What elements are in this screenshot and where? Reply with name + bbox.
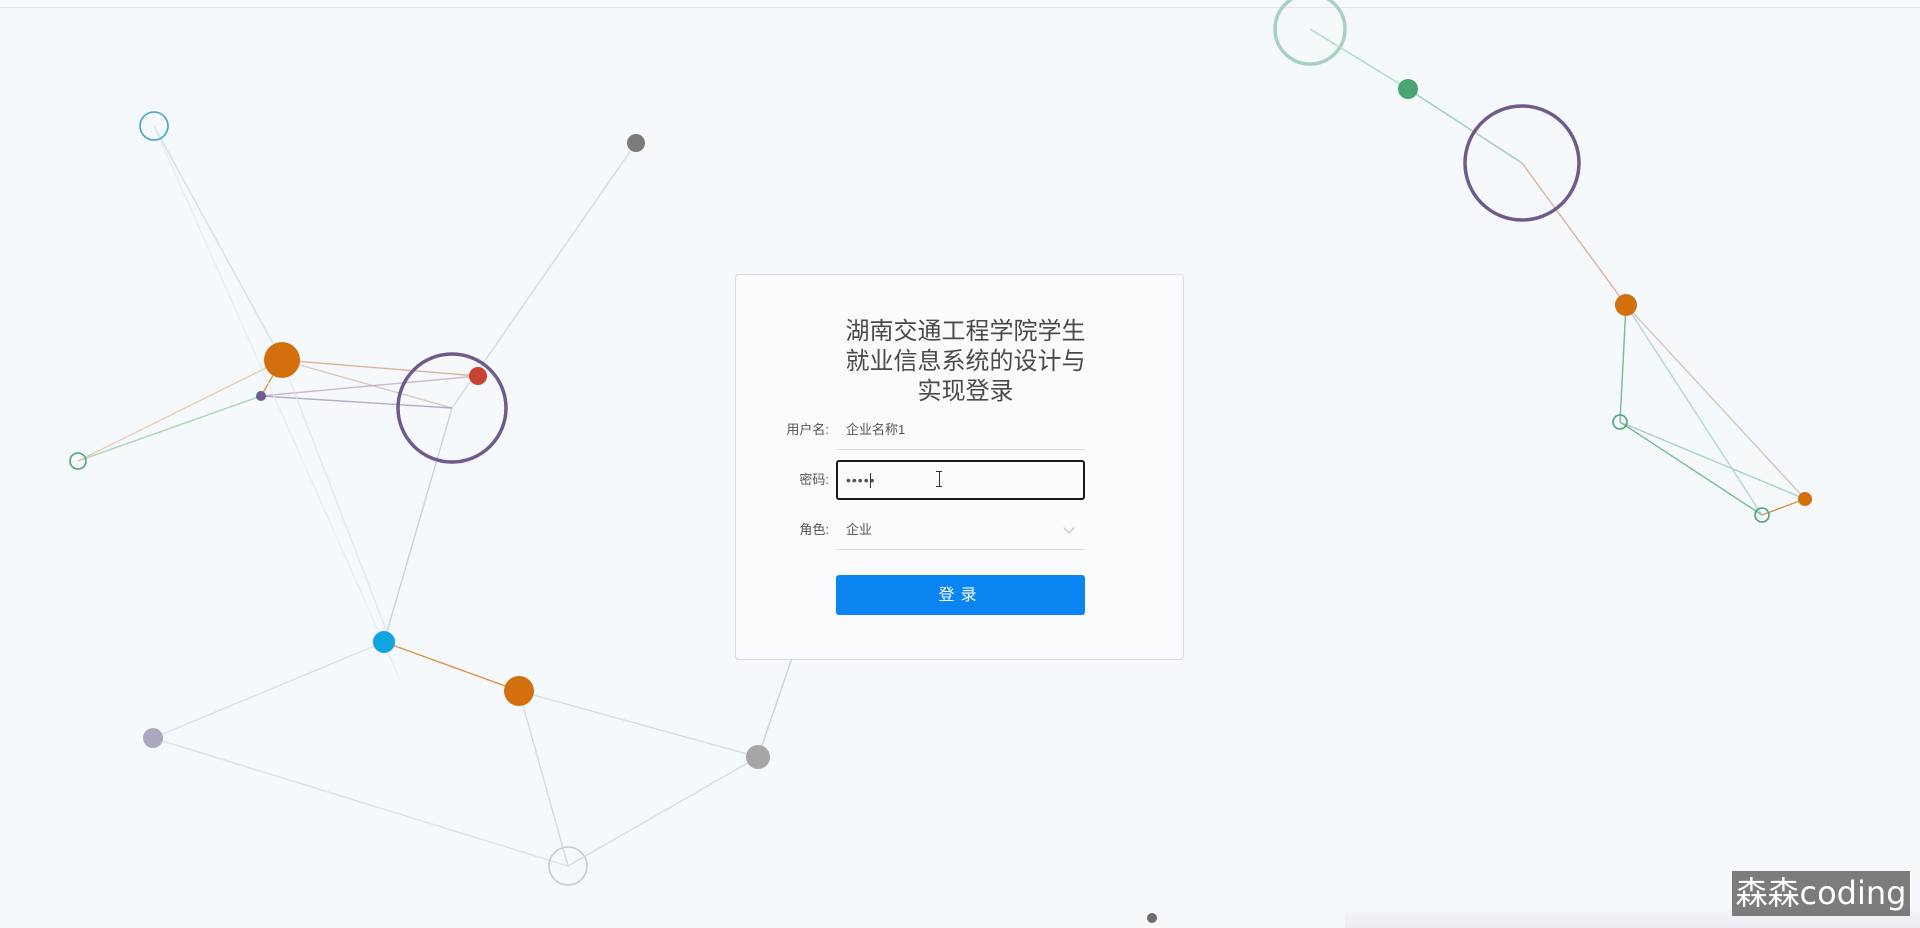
role-row: 角色: 企业 [736,510,1185,550]
network-node [1273,0,1347,66]
network-link [1619,304,1627,423]
network-node [143,728,163,748]
text-caret [870,473,871,488]
login-card: 湖南交通工程学院学生 就业信息系统的设计与 实现登录 用户名: 企业名称1 密码… [735,274,1184,660]
watermark: 森森coding [1732,871,1910,916]
page-title: 湖南交通工程学院学生 就业信息系统的设计与 实现登录 [845,318,1086,405]
password-value: ••••• [846,472,876,488]
network-link [152,641,385,739]
password-input[interactable]: ••••• [836,460,1085,500]
network-node [504,676,534,706]
text-cursor-icon [936,471,942,487]
network-node [373,631,395,653]
password-row: 密码: ••••• [736,460,1185,500]
network-node [746,745,770,769]
network-link [1625,304,1763,516]
network-link [383,407,453,643]
network-link [260,395,453,409]
network-link [757,654,794,758]
network-link [1625,304,1806,500]
username-value: 企业名称1 [846,422,906,437]
username-input[interactable]: 企业名称1 [836,410,1085,450]
network-node [1398,79,1418,99]
network-node [469,367,487,385]
username-label: 用户名: [786,422,829,437]
network-link [1619,421,1763,516]
network-link [383,641,520,692]
network-link [1619,421,1806,500]
chevron-down-icon[interactable] [1063,522,1075,534]
network-link [77,395,262,462]
network-link [518,690,759,758]
role-select[interactable]: 企业 [836,510,1085,550]
role-value: 企业 [846,522,873,537]
role-label: 角色: [799,522,829,537]
network-node [256,391,266,401]
network-node [1147,913,1157,923]
network-link [567,756,759,867]
network-link [152,737,569,867]
network-link [77,359,283,462]
network-node [627,134,645,152]
network-node [1798,492,1812,506]
network-link [260,375,479,397]
network-link [518,690,569,867]
password-label: 密码: [799,472,829,487]
username-row: 用户名: 企业名称1 [736,410,1185,450]
network-link [153,125,283,361]
network-node [1615,294,1637,316]
network-node [264,342,300,378]
network-link [281,359,391,641]
login-button[interactable]: 登录 [836,575,1085,615]
